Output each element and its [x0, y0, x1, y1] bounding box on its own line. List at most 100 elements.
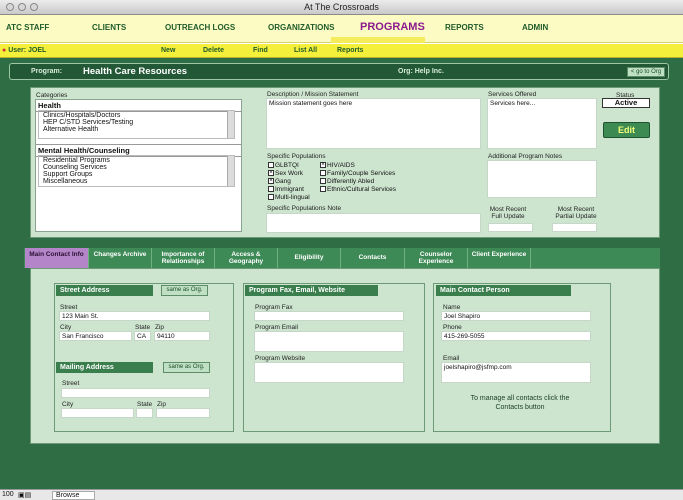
- website-field[interactable]: [254, 362, 404, 383]
- checkbox-checked-icon[interactable]: ×: [268, 178, 274, 185]
- tab-changes-archive[interactable]: Changes Archive: [89, 248, 152, 268]
- population-option-family[interactable]: Family/Couple Services: [320, 170, 396, 178]
- find-button[interactable]: Find: [253, 47, 268, 54]
- list-all-button[interactable]: List All: [294, 47, 317, 54]
- checkbox-icon[interactable]: [320, 186, 326, 193]
- layout-mode-icon[interactable]: ▣▤: [18, 491, 31, 499]
- mailing-street-field[interactable]: [61, 388, 210, 398]
- list-item[interactable]: Alternative Health: [43, 126, 230, 133]
- zip-field[interactable]: 94110: [154, 331, 210, 341]
- population-option-differently-abled[interactable]: Differently Abled: [320, 178, 396, 186]
- tab-access-geography[interactable]: Access & Geography: [215, 248, 278, 268]
- zoom-level[interactable]: 100: [2, 491, 14, 498]
- nav-clients[interactable]: CLIENTS: [92, 23, 126, 32]
- scrollbar[interactable]: [227, 156, 234, 186]
- checkbox-icon[interactable]: [320, 170, 326, 177]
- checkbox-icon[interactable]: [268, 194, 274, 201]
- description-field[interactable]: Mission statement goes here: [266, 98, 481, 149]
- notes-field[interactable]: [487, 160, 597, 198]
- email-label: Program Email: [255, 324, 298, 331]
- record-toolbar: ● User: JOEL New Delete Find List All Re…: [0, 44, 683, 58]
- list-item[interactable]: Clinics/Hospitals/Doctors: [43, 112, 230, 119]
- population-option-gang[interactable]: × Gang: [268, 178, 310, 186]
- full-update-label: Most Recent Full Update: [489, 206, 527, 220]
- street-label: Street: [60, 304, 78, 311]
- status-bar: 100 ▣▤ Browse: [0, 489, 683, 500]
- street-same-as-org-button[interactable]: same as Org.: [161, 285, 208, 296]
- delete-button[interactable]: Delete: [203, 47, 224, 54]
- user-name: User: JOEL: [8, 47, 47, 54]
- reports-button[interactable]: Reports: [337, 47, 363, 54]
- tab-contacts[interactable]: Contacts: [341, 248, 405, 268]
- mailing-state-field[interactable]: [136, 408, 153, 418]
- checkbox-checked-icon[interactable]: ×: [268, 170, 274, 177]
- population-option-immigrant[interactable]: Immigrant: [268, 186, 310, 194]
- population-option-sex-work[interactable]: × Sex Work: [268, 170, 310, 178]
- program-email-field[interactable]: [254, 331, 404, 352]
- populations-col1: GLBTQI × Sex Work × Gang Immigrant Multi-l…: [268, 162, 310, 202]
- nav-organizations[interactable]: ORGANIZATIONS: [268, 23, 335, 32]
- scrollbar[interactable]: [227, 111, 234, 138]
- mode-indicator[interactable]: Browse: [52, 491, 95, 500]
- checkbox-icon[interactable]: [320, 178, 326, 185]
- partial-update-field[interactable]: [552, 223, 597, 232]
- population-option-ethnic[interactable]: Ethnic/Cultural Services: [320, 186, 396, 194]
- mailing-same-as-org-button[interactable]: same as Org.: [163, 362, 210, 373]
- program-header: Program: Health Care Resources Org: Help…: [9, 63, 669, 80]
- mailing-zip-label: Zip: [157, 401, 167, 408]
- list-item[interactable]: HEP C/STD Services/Testing: [43, 119, 230, 126]
- contact-phone-label: Phone: [443, 324, 462, 331]
- populations-col2: × HIV/AIDS Family/Couple Services Differe…: [320, 162, 396, 194]
- user-label: ● User: JOEL: [2, 47, 46, 54]
- population-option-glbtqi[interactable]: GLBTQI: [268, 162, 310, 170]
- categories-list: Health Clinics/Hospitals/Doctors HEP C/S…: [35, 99, 242, 232]
- city-field[interactable]: San Francisco: [59, 331, 132, 341]
- tab-importance-of-relationships[interactable]: Importance of Relationships: [152, 248, 215, 268]
- list-item[interactable]: Residential Programs: [43, 157, 230, 164]
- mailing-city-label: City: [62, 401, 74, 408]
- contact-name-field[interactable]: Joel Shapiro: [441, 311, 591, 321]
- contact-phone-field[interactable]: 415-269-5055: [441, 331, 591, 341]
- go-to-org-button[interactable]: < go to Org: [627, 67, 665, 77]
- program-label: Program:: [31, 68, 63, 75]
- population-option-multi-lingual[interactable]: Multi-lingual: [268, 194, 310, 202]
- nav-reports[interactable]: REPORTS: [445, 23, 484, 32]
- website-label: Program Website: [255, 355, 306, 362]
- mailing-city-field[interactable]: [61, 408, 134, 418]
- list-item[interactable]: Support Groups: [43, 171, 230, 178]
- status-badge[interactable]: Active: [602, 98, 650, 108]
- nav-outreach-logs[interactable]: OUTREACH LOGS: [165, 23, 235, 32]
- tab-main-contact-info[interactable]: Main Contact Info: [25, 248, 89, 268]
- tab-eligibility[interactable]: Eligibility: [278, 248, 341, 268]
- state-field[interactable]: CA: [134, 331, 151, 341]
- checkbox-icon[interactable]: [268, 162, 274, 169]
- street-field[interactable]: 123 Main St.: [59, 311, 210, 321]
- checkbox-icon[interactable]: [268, 186, 274, 193]
- fax-label: Program Fax: [255, 304, 293, 311]
- edit-button[interactable]: Edit: [603, 122, 650, 138]
- nav-atc-staff[interactable]: ATC STAFF: [6, 23, 49, 32]
- tab-counselor-experience[interactable]: Counselor Experience: [405, 248, 468, 268]
- list-item[interactable]: Counseling Services: [43, 164, 230, 171]
- option-label: Differently Abled: [327, 178, 375, 185]
- new-button[interactable]: New: [161, 47, 175, 54]
- contact-email-field[interactable]: joelshapiro@jsfmp.com: [441, 362, 591, 383]
- program-name: Health Care Resources: [83, 66, 188, 77]
- mailing-zip-field[interactable]: [156, 408, 210, 418]
- population-option-hiv-aids[interactable]: × HIV/AIDS: [320, 162, 396, 170]
- nav-programs[interactable]: PROGRAMS: [360, 21, 425, 33]
- services-field[interactable]: Services here...: [487, 98, 597, 149]
- list-item[interactable]: Miscellaneous: [43, 178, 230, 185]
- option-label: HIV/AIDS: [327, 162, 355, 169]
- tab-client-experience[interactable]: Client Experience: [468, 248, 531, 268]
- fax-field[interactable]: [254, 311, 404, 321]
- contact-email-label: Email: [443, 355, 460, 362]
- full-update-field[interactable]: [488, 223, 533, 232]
- option-label: GLBTQI: [275, 162, 299, 169]
- populations-note-field[interactable]: [266, 213, 481, 233]
- city-label: City: [60, 324, 72, 331]
- option-label: Ethnic/Cultural Services: [327, 186, 396, 193]
- nav-admin[interactable]: ADMIN: [522, 23, 548, 32]
- category-list-mental-health: Residential Programs Counseling Services…: [38, 155, 235, 187]
- checkbox-checked-icon[interactable]: ×: [320, 162, 326, 169]
